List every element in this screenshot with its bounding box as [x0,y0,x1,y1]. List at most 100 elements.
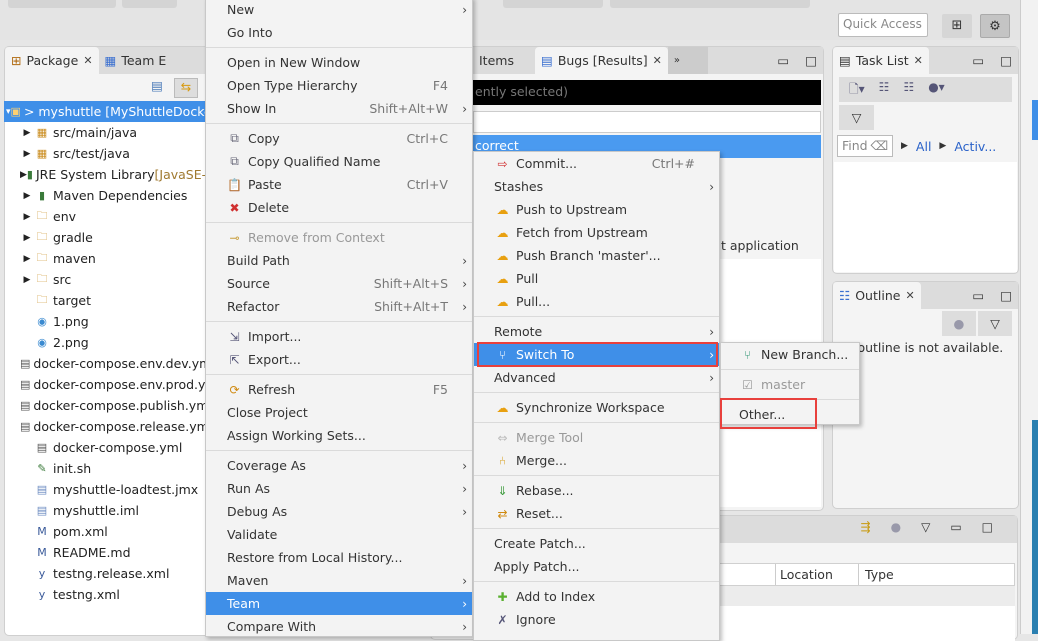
menu-item-refresh[interactable]: ⟳ Refresh F5 [206,378,472,401]
maximize-icon[interactable]: □ [805,53,817,68]
view-menu-icon[interactable]: ▽ [839,105,874,130]
menu-item-pull[interactable]: ☁ Pull [474,267,719,290]
menu-item-validate[interactable]: Validate [206,523,472,546]
filter-icon[interactable]: ⇶ [861,520,871,539]
tree-item[interactable]: ▶ ▦ src/test/java [4,143,209,164]
find-input[interactable]: Find ⌫ [837,135,893,157]
menu-item-stashes[interactable]: Stashes › [474,175,719,198]
clear-icon[interactable]: ⌫ [870,138,888,154]
tree-item[interactable]: ▶ 🗀 env [4,206,209,227]
menu-item-fetch-from-upstream[interactable]: ☁ Fetch from Upstream [474,221,719,244]
minimize-icon[interactable]: ▭ [777,53,789,68]
tree-item[interactable]: ▶ ▮ JRE System Library [JavaSE-1 [4,164,214,185]
menu-item-ignore[interactable]: ✗ Ignore [474,608,719,631]
view-menu-icon[interactable]: ▽ [921,520,930,539]
menu-item-push-branch-master[interactable]: ☁ Push Branch 'master'... [474,244,719,267]
minimize-icon[interactable]: ▭ [972,288,984,303]
tree-item[interactable]: ✎ init.sh [4,458,209,479]
menu-item-export[interactable]: ⇱ Export... [206,348,472,371]
tree-item[interactable]: ▤ docker-compose.env.prod.yml [4,374,221,395]
menu-item-new[interactable]: New › [206,0,472,21]
tree-item[interactable]: ▤ docker-compose.release.yml [4,416,212,437]
maximize-icon[interactable]: □ [982,520,993,539]
filter-active-link[interactable]: Activ... [954,139,996,154]
expand-arrow-icon[interactable]: ▶ [20,191,34,201]
view-menu-icon[interactable]: ▽ [978,311,1012,336]
column-type[interactable]: Type [859,564,900,585]
menu-item-import[interactable]: ⇲ Import... [206,325,472,348]
expand-arrow-icon[interactable]: ▶ [20,212,34,222]
expand-arrow-icon[interactable]: ▶ [20,149,34,159]
tab-items[interactable]: Items [473,47,535,74]
filter-input[interactable] [473,111,821,133]
java-perspective-icon[interactable]: ⚙ [980,14,1010,38]
menu-item-advanced[interactable]: Advanced › [474,366,719,389]
tree-item[interactable]: Mpom.xml [4,521,209,542]
focus-icon[interactable]: ● [942,311,976,336]
tree-item-project[interactable]: ▾ ▣ > myshuttle [MyShuttleDocker [4,101,217,122]
expand-arrow-icon[interactable]: ▶ [20,170,27,180]
expand-arrow-icon[interactable]: ▶ [20,128,34,138]
menu-item-maven[interactable]: Maven › [206,569,472,592]
menu-item-compare-with[interactable]: Compare With › [206,615,472,638]
menu-item-go-into[interactable]: Go Into [206,21,472,44]
menu-item-paste[interactable]: 📋 Paste Ctrl+V [206,173,472,196]
menu-item-source[interactable]: Source Shift+Alt+S › [206,272,472,295]
tree-item[interactable]: ▶ ▮ Maven Dependencies [4,185,209,206]
menu-item-run-as[interactable]: Run As › [206,477,472,500]
tab-package[interactable]: ⊞ Package ✕ [5,47,99,74]
menu-item-coverage-as[interactable]: Coverage As › [206,454,472,477]
categorized-icon[interactable]: ☷ [879,80,890,99]
tab-task-list[interactable]: ▤ Task List ✕ [833,47,929,74]
tree-item[interactable]: ▤ myshuttle-loadtest.jmx [4,479,209,500]
more-tabs-button[interactable]: » [667,47,708,74]
menu-item-team[interactable]: Team › [206,592,472,615]
minimize-icon[interactable]: ▭ [972,53,984,68]
menu-item-master[interactable]: ☑ master [721,373,859,396]
menu-item-new-branch[interactable]: ⑂ New Branch... [721,343,859,366]
menu-item-create-patch[interactable]: Create Patch... [474,532,719,555]
close-icon[interactable]: ✕ [653,54,662,67]
menu-item-push-to-upstream[interactable]: ☁ Push to Upstream [474,198,719,221]
tree-item[interactable]: M README.md [4,542,209,563]
menu-item-pull[interactable]: ☁ Pull... [474,290,719,313]
focus-icon[interactable]: ●▾ [928,80,945,99]
minimize-icon[interactable]: ▭ [950,520,961,539]
menu-item-build-path[interactable]: Build Path › [206,249,472,272]
tree-item[interactable]: ▤ docker-compose.yml [4,437,209,458]
menu-item-open-type-hierarchy[interactable]: Open Type Hierarchy F4 [206,74,472,97]
filter-all-link[interactable]: All [916,139,932,154]
expand-arrow-icon[interactable]: ▶ [20,254,34,264]
menu-item-copy-qualified-name[interactable]: ⧉ Copy Qualified Name [206,150,472,173]
expand-arrow-icon[interactable]: ▶ [20,275,34,285]
menu-item-debug-as[interactable]: Debug As › [206,500,472,523]
open-perspective-icon[interactable]: ⊞ [942,14,972,38]
tree-item[interactable]: ▶ 🗀 src [4,269,209,290]
quick-access-input[interactable]: Quick Access [838,13,928,37]
menu-item-rebase[interactable]: ⇓ Rebase... [474,479,719,502]
menu-item-merge-tool[interactable]: ⇔ Merge Tool [474,426,719,449]
tree-item[interactable]: ▤ myshuttle.iml [4,500,209,521]
maximize-icon[interactable]: □ [1000,53,1012,68]
menu-item-restore-from-local-history[interactable]: Restore from Local History... [206,546,472,569]
tab-outline[interactable]: ☷ Outline ✕ [833,282,921,309]
expand-arrow-icon[interactable]: ▶ [20,233,34,243]
column-location[interactable]: Location [776,564,859,585]
menu-item-show-in[interactable]: Show In Shift+Alt+W › [206,97,472,120]
tree-item[interactable]: ◉ 2.png [4,332,209,353]
tree-item[interactable]: 🗀 target [4,290,209,311]
scheduled-icon[interactable]: ☷ [903,80,914,99]
menu-item-add-to-index[interactable]: ✚ Add to Index [474,585,719,608]
link-with-editor-icon[interactable]: ⇆ [174,78,198,98]
close-icon[interactable]: ✕ [914,54,923,67]
menu-item-apply-patch[interactable]: Apply Patch... [474,555,719,578]
menu-item-reset[interactable]: ⇄ Reset... [474,502,719,525]
run-icon[interactable]: ● [891,520,901,539]
tree-item[interactable]: ▤ docker-compose.publish.yml [4,395,212,416]
tree-item[interactable]: y testng.xml [4,584,209,605]
menu-item-remote[interactable]: Remote › [474,320,719,343]
tree-item[interactable]: ◉ 1.png [4,311,209,332]
close-icon[interactable]: ✕ [83,54,92,67]
menu-item-copy[interactable]: ⧉ Copy Ctrl+C [206,127,472,150]
tree-item[interactable]: ▤ docker-compose.env.dev.yml [4,353,215,374]
